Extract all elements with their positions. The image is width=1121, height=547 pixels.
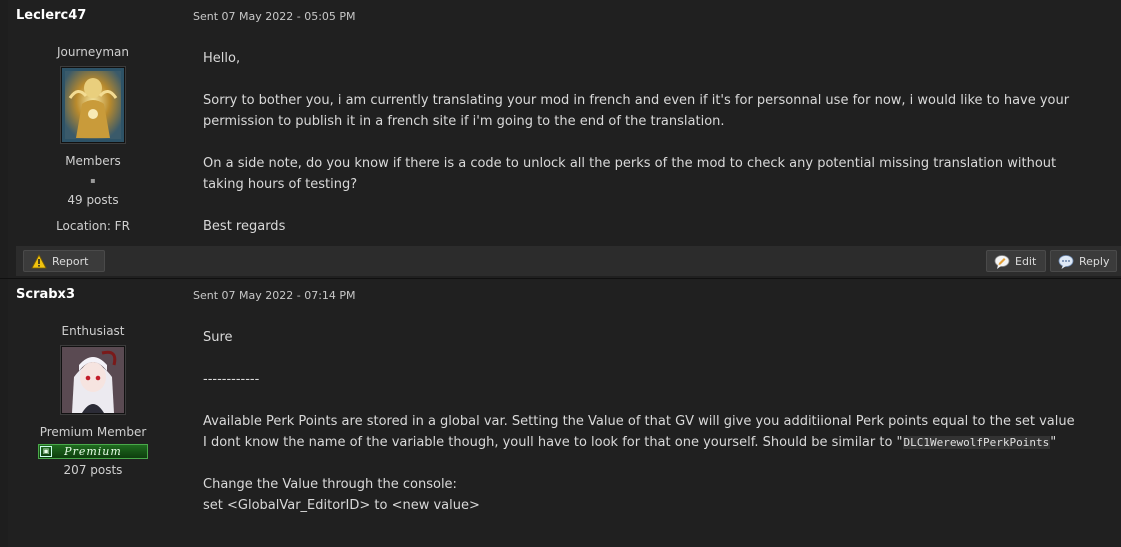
author-sidebar: Journeyman Members ▪ 49 posts Location: … — [16, 44, 170, 236]
post-paragraph: Sorry to bother you, i am currently tran… — [203, 93, 1070, 129]
reply-label: Reply — [1079, 255, 1110, 268]
post-author-username[interactable]: Leclerc47 — [16, 8, 86, 23]
avatar[interactable] — [60, 345, 126, 415]
author-location: Location: FR — [56, 219, 130, 233]
post-paragraph: Best regards — [203, 219, 286, 234]
author-group: Members — [65, 154, 121, 168]
report-button[interactable]: Report — [23, 250, 105, 272]
edit-button[interactable]: Edit — [986, 250, 1046, 272]
author-rank: Journeyman — [57, 45, 129, 59]
author-post-count: 207 posts — [63, 463, 123, 477]
author-post-count: 49 posts — [67, 193, 119, 207]
post-body: Hello, Sorry to bother you, i am current… — [203, 48, 1081, 258]
post-paragraph: Hello, — [203, 51, 241, 66]
post-date: Sent 07 May 2022 - 07:14 PM — [193, 289, 356, 302]
post-separator-line: ------------ — [203, 372, 260, 387]
report-label: Report — [52, 255, 89, 268]
post-paragraph: On a side note, do you know if there is … — [203, 156, 1057, 192]
separator-dot: ▪ — [90, 176, 96, 185]
post-leclerc47: Leclerc47 Sent 07 May 2022 - 05:05 PM Jo… — [8, 0, 1121, 278]
post-line: I dont know the name of the variable tho… — [203, 435, 903, 450]
reply-button[interactable]: Reply — [1050, 250, 1117, 272]
warning-triangle-icon — [31, 254, 47, 269]
premium-badge: ▣ Premium — [38, 444, 148, 459]
post-date: Sent 07 May 2022 - 05:05 PM — [193, 10, 356, 23]
post-body: Sure ------------ Available Perk Points … — [203, 327, 1081, 537]
post-line: set <GlobalVar_EditorID> to <new value> — [203, 498, 480, 513]
author-group: Premium Member — [39, 425, 147, 439]
post-line-suffix: " — [1050, 435, 1057, 450]
post-author-username[interactable]: Scrabx3 — [16, 287, 75, 302]
post-paragraph: Change the Value through the console: se… — [203, 474, 1081, 516]
post-paragraph: Available Perk Points are stored in a gl… — [203, 411, 1081, 453]
premium-badge-label: Premium — [64, 445, 122, 458]
avatar-anime-character-image — [62, 347, 124, 413]
post-actions-bar: Report Edit Reply — [16, 246, 1121, 276]
reply-bubble-icon — [1058, 255, 1074, 269]
avatar[interactable] — [60, 66, 126, 144]
post-line: Available Perk Points are stored in a gl… — [203, 414, 1075, 429]
author-sidebar: Enthusiast Premium Member ▣ Premium 207 … — [16, 323, 170, 480]
edit-label: Edit — [1015, 255, 1037, 268]
post-line: Change the Value through the console: — [203, 477, 457, 492]
post-scrabx3: Scrabx3 Sent 07 May 2022 - 07:14 PM Enth… — [8, 279, 1121, 547]
premium-icon: ▣ — [40, 446, 52, 457]
avatar-golden-figure-image — [62, 68, 124, 142]
author-rank: Enthusiast — [61, 324, 125, 338]
inline-code: DLC1WerewolfPerkPoints — [902, 436, 1051, 449]
post-paragraph: Sure — [203, 330, 233, 345]
edit-bubble-icon — [994, 255, 1010, 269]
